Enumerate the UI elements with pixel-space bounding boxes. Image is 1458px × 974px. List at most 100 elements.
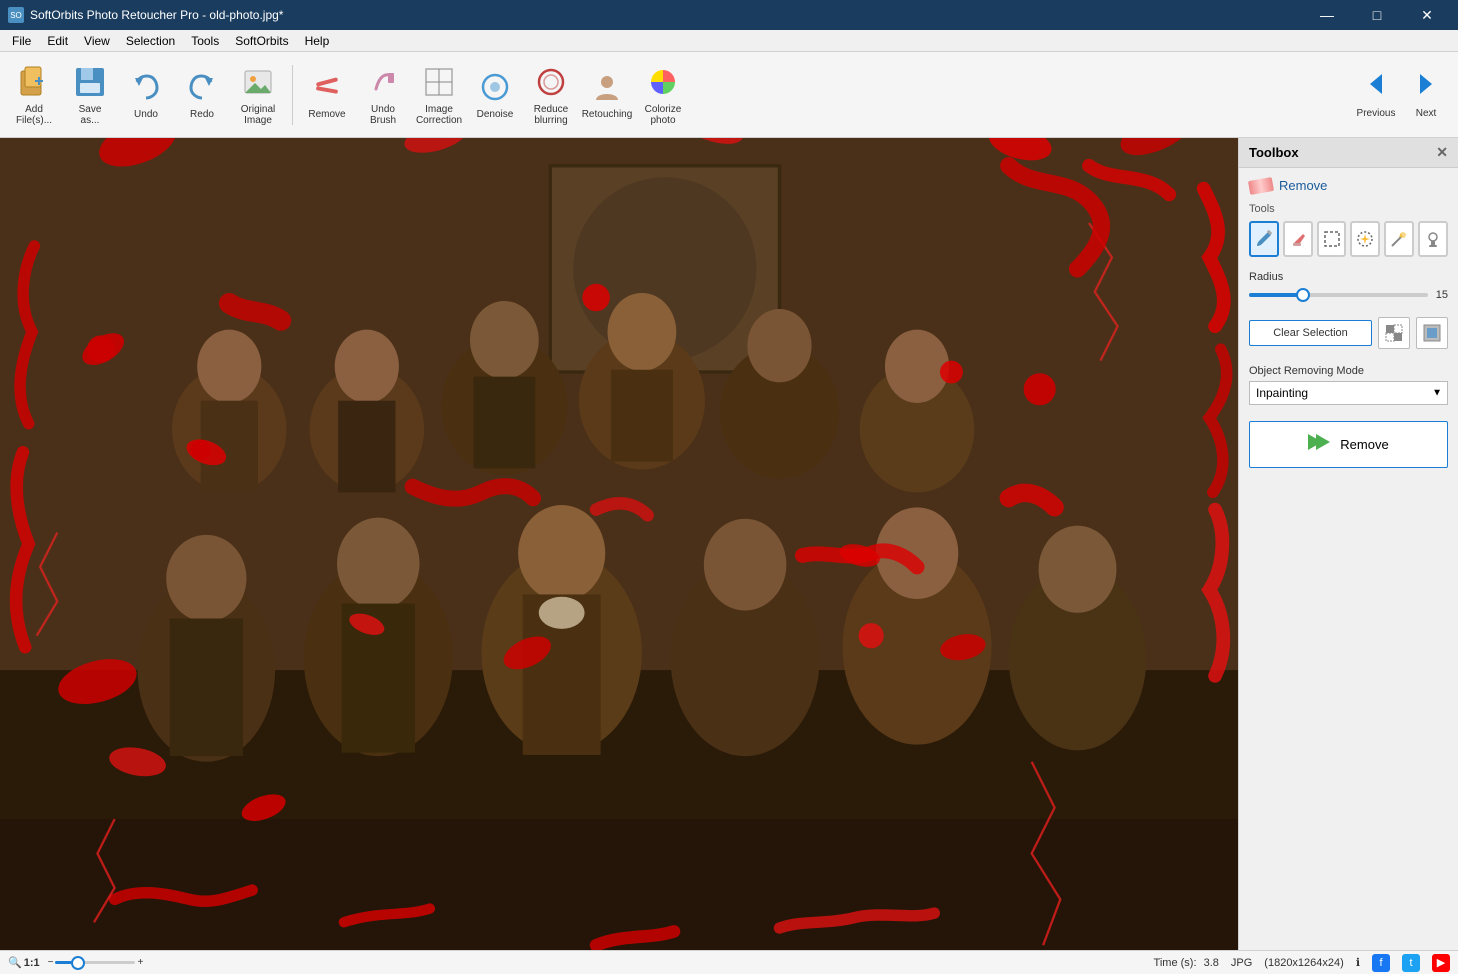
titlebar-controls: — □ ✕ <box>1304 0 1450 30</box>
toolbar-original-image[interactable]: OriginalImage <box>232 57 284 133</box>
toolbar-reduce-blurring[interactable]: Reduceblurring <box>525 57 577 133</box>
mode-select[interactable]: Inpainting Content-Aware Fill Solid Colo… <box>1249 381 1448 405</box>
statusbar: 🔍 1:1 − + Time (s): 3.8 JPG (1820x1264x2… <box>0 950 1458 974</box>
facebook-icon[interactable]: f <box>1372 954 1390 972</box>
radius-section: Radius 15 <box>1249 271 1448 301</box>
menu-file[interactable]: File <box>4 32 39 50</box>
eraser-tool-button[interactable] <box>1283 221 1313 257</box>
next-button[interactable]: Next <box>1402 57 1450 133</box>
close-button[interactable]: ✕ <box>1404 0 1450 30</box>
toolbar-save-as[interactable]: Saveas... <box>64 57 116 133</box>
zoom-minus-icon: − <box>48 957 54 968</box>
denoise-icon <box>477 69 513 105</box>
toolbar-image-correction[interactable]: ImageCorrection <box>413 57 465 133</box>
redo-label: Redo <box>190 109 214 120</box>
previous-label: Previous <box>1357 108 1396 119</box>
menu-view[interactable]: View <box>76 32 118 50</box>
remove-btn-label: Remove <box>1340 437 1388 452</box>
app-title: SoftOrbits Photo Retoucher Pro - old-pho… <box>30 8 283 22</box>
save-as-label: Saveas... <box>79 104 102 126</box>
add-files-label: AddFile(s)... <box>16 104 52 126</box>
mode-label: Object Removing Mode <box>1249 365 1448 377</box>
selection-row: Clear Selection <box>1249 317 1448 349</box>
original-image-label: OriginalImage <box>241 104 275 126</box>
toolbar-redo[interactable]: Redo <box>176 57 228 133</box>
undo-label: Undo <box>134 109 158 120</box>
zoom-slider[interactable] <box>55 961 135 964</box>
toolbar-denoise[interactable]: Denoise <box>469 57 521 133</box>
nav-buttons: Previous Next <box>1352 57 1450 133</box>
info-icon: ℹ <box>1356 956 1360 969</box>
stamp-tool-button[interactable] <box>1418 221 1448 257</box>
zoom-level: 1:1 <box>24 957 40 969</box>
select-all-button[interactable] <box>1416 317 1448 349</box>
previous-icon <box>1362 70 1390 104</box>
magic-select-tool-button[interactable] <box>1350 221 1380 257</box>
radius-value: 15 <box>1436 289 1448 301</box>
denoise-label: Denoise <box>477 109 514 120</box>
brush-tool-button[interactable] <box>1249 221 1279 257</box>
toolbox-close-button[interactable]: ✕ <box>1436 144 1448 161</box>
object-removing-mode-section: Object Removing Mode Inpainting Content-… <box>1249 365 1448 405</box>
zoom-indicator: 🔍 1:1 <box>8 956 40 969</box>
rect-select-tool-button[interactable] <box>1317 221 1347 257</box>
remove-label: Remove <box>308 109 345 120</box>
menu-help[interactable]: Help <box>297 32 338 50</box>
remove-icon <box>309 69 345 105</box>
toolbox-section-title: Remove <box>1249 178 1448 193</box>
reduce-blurring-label: Reduceblurring <box>534 104 568 126</box>
menu-tools[interactable]: Tools <box>183 32 227 50</box>
toolbar-retouching[interactable]: Retouching <box>581 57 633 133</box>
menu-selection[interactable]: Selection <box>118 32 183 50</box>
undo-brush-label: UndoBrush <box>370 104 396 126</box>
time-label: Time (s): 3.8 <box>1154 957 1219 969</box>
image-correction-label: ImageCorrection <box>416 104 462 126</box>
tools-section-label: Tools <box>1249 203 1448 215</box>
toolbox-content: Remove Tools <box>1239 168 1458 478</box>
remove-strip-icon <box>1248 177 1274 195</box>
menu-softorbits[interactable]: SoftOrbits <box>227 32 296 50</box>
statusbar-right: Time (s): 3.8 JPG (1820x1264x24) ℹ f t ▶ <box>1154 954 1450 972</box>
toolbar-colorize-photo[interactable]: Colorizephoto <box>637 57 689 133</box>
save-icon <box>72 64 108 100</box>
radius-row: Radius <box>1249 271 1448 283</box>
photo-content <box>0 138 1238 950</box>
toolbox-header: Toolbox ✕ <box>1239 138 1458 168</box>
photo-frame <box>0 138 1238 950</box>
mode-select-wrapper: Inpainting Content-Aware Fill Solid Colo… <box>1249 381 1448 405</box>
youtube-icon[interactable]: ▶ <box>1432 954 1450 972</box>
twitter-icon[interactable]: t <box>1402 954 1420 972</box>
invert-selection-button[interactable] <box>1378 317 1410 349</box>
reduce-blurring-icon <box>533 64 569 100</box>
radius-slider[interactable] <box>1249 293 1428 297</box>
undo-icon <box>128 69 164 105</box>
canvas-area[interactable] <box>0 138 1238 950</box>
toolbar-undo-brush[interactable]: UndoBrush <box>357 57 409 133</box>
menu-edit[interactable]: Edit <box>39 32 76 50</box>
zoom-slider-area[interactable]: − + <box>48 957 144 968</box>
toolbox-section-label: Remove <box>1279 178 1327 193</box>
toolbox-title: Toolbox <box>1249 145 1299 160</box>
undo-brush-icon <box>365 64 401 100</box>
toolbox-panel: Toolbox ✕ Remove Tools <box>1238 138 1458 950</box>
toolbar-remove[interactable]: Remove <box>301 57 353 133</box>
zoom-icon: 🔍 <box>8 956 22 969</box>
add-files-icon <box>16 64 52 100</box>
toolbar-add-files[interactable]: AddFile(s)... <box>8 57 60 133</box>
menubar: File Edit View Selection Tools SoftOrbit… <box>0 30 1458 52</box>
retouching-icon <box>589 69 625 105</box>
dimensions-label: (1820x1264x24) <box>1264 957 1344 969</box>
wand-tool-button[interactable] <box>1384 221 1414 257</box>
remove-button[interactable]: Remove <box>1249 421 1448 468</box>
toolbar-undo[interactable]: Undo <box>120 57 172 133</box>
clear-selection-button[interactable]: Clear Selection <box>1249 320 1372 346</box>
titlebar: SO SoftOrbits Photo Retoucher Pro - old-… <box>0 0 1458 30</box>
redo-icon <box>184 69 220 105</box>
format-label: JPG <box>1231 957 1252 969</box>
titlebar-left: SO SoftOrbits Photo Retoucher Pro - old-… <box>8 7 283 23</box>
maximize-button[interactable]: □ <box>1354 0 1400 30</box>
next-icon <box>1412 70 1440 104</box>
radius-slider-row: 15 <box>1249 289 1448 301</box>
previous-button[interactable]: Previous <box>1352 57 1400 133</box>
minimize-button[interactable]: — <box>1304 0 1350 30</box>
